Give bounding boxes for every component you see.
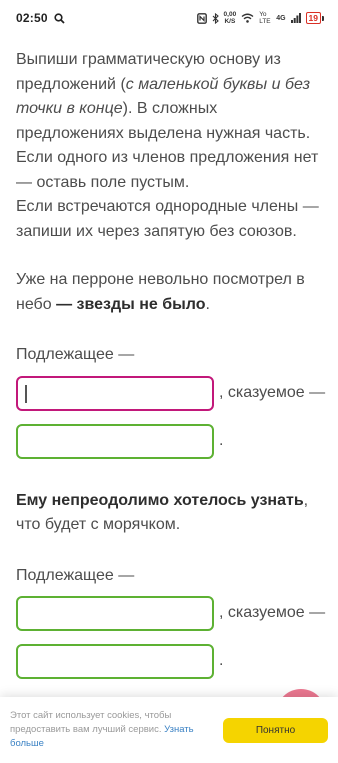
search-icon (54, 12, 65, 24)
net-speed: 0,00 K/S (223, 11, 237, 25)
instruction-3: Если встречаются однородные члены — запи… (16, 198, 319, 240)
task-2-end-mark: . (219, 652, 224, 670)
task-2: Ему непреодолимо хотелось узнать, что бу… (16, 489, 326, 679)
instruction-1: Выпиши грамматическую основу из предложе… (16, 51, 311, 142)
task-2-subject-label: Подлежащее — (16, 566, 135, 584)
task-1-subject-row: , сказуемое — (16, 375, 326, 411)
task-2-sentence: Ему непреодолимо хотелось узнать, что бу… (16, 491, 309, 534)
task-2-subject-input[interactable] (16, 596, 214, 631)
text-caret (25, 384, 27, 403)
task-2-subject-row: , сказуемое — (16, 596, 326, 631)
exercise-content: Выпиши грамматическую основу из предложе… (16, 48, 326, 679)
task-1-predicate-input[interactable] (16, 423, 214, 459)
task-1-subject-input[interactable] (16, 375, 214, 411)
task-2-predicate-label: , сказуемое — (219, 604, 326, 622)
wifi-icon (241, 13, 254, 23)
clock: 02:50 (16, 11, 48, 25)
cookie-banner: Этот сайт использует cookies, чтобы пред… (0, 697, 338, 763)
instruction-2: Если одного из членов предложения нет — … (16, 149, 319, 191)
status-bar: 02:50 0,00 K/S Yo LTE 4G 19 (0, 0, 338, 36)
task-2-predicate-row: . (16, 644, 326, 679)
nfc-icon (196, 12, 207, 24)
signal-icon (290, 13, 301, 23)
task-1: Уже на перроне невольно посмотрел в небо… (16, 268, 326, 459)
signal-label: 4G (276, 14, 286, 22)
task-2-predicate-input[interactable] (16, 644, 214, 679)
task-1-end-mark: . (219, 431, 224, 449)
lte-indicator: Yo LTE (259, 11, 271, 25)
task-1-subject-label: Подлежащее — (16, 346, 135, 363)
bluetooth-icon (212, 12, 219, 24)
task-1-predicate-label: , сказуемое — (219, 383, 326, 401)
cookie-text: Этот сайт использует cookies, чтобы пред… (10, 710, 194, 749)
instructions: Выпиши грамматическую основу из предложе… (16, 48, 326, 244)
task-1-predicate-row: . (16, 423, 326, 459)
cookie-accept-button[interactable]: Понятно (223, 717, 328, 743)
battery-icon: 19 (305, 12, 321, 24)
task-1-sentence: Уже на перроне невольно посмотрел в небо… (16, 271, 305, 313)
